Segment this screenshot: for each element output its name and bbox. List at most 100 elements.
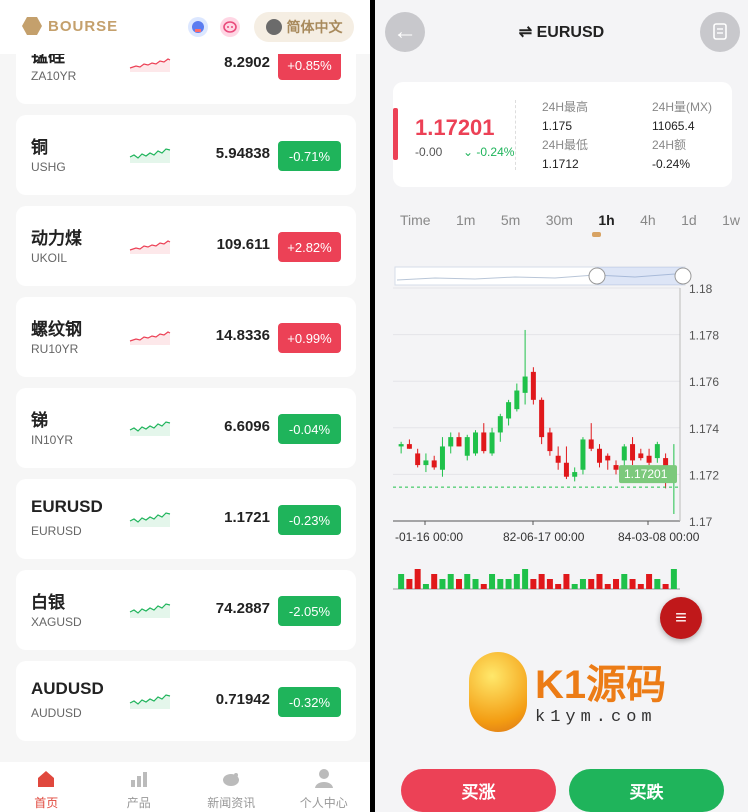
change-badge[interactable]: -0.23% xyxy=(278,505,341,535)
interval-tab-1w[interactable]: 1w xyxy=(722,212,740,228)
message-icon[interactable] xyxy=(220,17,240,37)
change-badge[interactable]: +0.99% xyxy=(278,323,341,353)
candle-body xyxy=(613,465,619,470)
y-tick-label: 1.176 xyxy=(689,375,719,389)
volume-bar xyxy=(472,579,479,589)
volume-bar xyxy=(654,579,661,589)
item-name: 螺纹钢 xyxy=(31,320,82,339)
quote-card: 1.17201 -0.00 ⌄ -0.24% 24H最高 1.175 24H量(… xyxy=(393,82,732,187)
candle-body xyxy=(555,455,561,463)
volume-bar xyxy=(662,584,669,589)
item-price: 109.611 xyxy=(216,236,270,253)
interval-tab-30m[interactable]: 30m xyxy=(546,212,573,228)
interval-tab-time[interactable]: Time xyxy=(400,212,431,228)
tab-home[interactable]: 首页 xyxy=(0,762,93,812)
market-item[interactable]: 白银 XAGUSD 74.2887 -2.05% xyxy=(16,570,356,650)
volume-bar xyxy=(646,574,653,589)
watermark-text: K1源码 xyxy=(535,663,667,707)
item-price: 14.8336 xyxy=(215,327,270,344)
bottom-tab-bar: 首页 产品 新闻资讯 个人中心 xyxy=(0,762,370,812)
menu-fab-button[interactable]: ≡ xyxy=(660,597,702,639)
globe-icon xyxy=(265,19,282,35)
item-symbol: XAGUSD xyxy=(31,615,82,629)
buy-up-button[interactable]: 买涨 xyxy=(401,769,556,812)
sparkline xyxy=(129,512,171,527)
x-tick-label: -01-16 00:00 xyxy=(395,530,463,544)
volume-bar xyxy=(398,574,405,589)
watermark-logo-icon xyxy=(469,652,527,732)
item-price: 5.94838 xyxy=(215,145,270,162)
volume-bar xyxy=(613,579,620,589)
change-badge[interactable]: -2.05% xyxy=(278,596,341,626)
volume-bar xyxy=(406,579,413,589)
candle-body xyxy=(572,472,578,477)
tab-user[interactable]: 个人中心 xyxy=(278,762,371,812)
item-price: 6.6096 xyxy=(224,418,270,435)
hexagon-logo-icon xyxy=(22,17,42,35)
candle-body xyxy=(605,455,611,461)
interval-tab-1d[interactable]: 1d xyxy=(681,212,697,228)
item-name: 动力煤 xyxy=(31,229,82,248)
volume-bar xyxy=(522,569,529,589)
stat-amount-value: -0.24% xyxy=(652,157,691,171)
market-item[interactable]: 动力煤 UKOIL 109.611 +2.82% xyxy=(16,206,356,286)
stat-low-label: 24H最低 xyxy=(542,138,589,152)
candle-body xyxy=(638,453,644,459)
volume-bar xyxy=(530,579,537,589)
volume-bar xyxy=(422,584,429,589)
active-interval-indicator xyxy=(592,232,601,237)
stat-volume-value: 11065.4 xyxy=(652,119,695,133)
x-tick-label: 82-06-17 00:00 xyxy=(503,530,585,544)
item-symbol: AUDUSD xyxy=(31,706,82,720)
customer-service-icon[interactable] xyxy=(188,17,208,37)
tab-piggy-bank[interactable]: 新闻资讯 xyxy=(185,762,278,812)
volume-bar xyxy=(604,584,611,589)
change-badge[interactable]: -0.71% xyxy=(278,141,341,171)
candlestick-chart[interactable]: 1.18 1.178 1.176 1.174 1.172 1.17 -01-16 00:00… xyxy=(375,250,748,595)
interval-tab-1h[interactable]: 1h xyxy=(598,212,614,228)
item-symbol: IN10YR xyxy=(31,433,74,447)
stat-volume-label: 24H量(MX) xyxy=(652,100,713,114)
trade-detail-screen: ← ⇌ EURUSD 1.17201 -0.00 ⌄ -0.24% 24H最高 … xyxy=(375,0,748,812)
interval-tab-4h[interactable]: 4h xyxy=(640,212,656,228)
item-name: 铜 xyxy=(31,138,48,157)
candle-body xyxy=(415,453,421,466)
volume-bar xyxy=(555,584,562,589)
market-item[interactable]: 螺纹钢 RU10YR 14.8336 +0.99% xyxy=(16,297,356,377)
navigator-handle-left xyxy=(588,267,606,285)
change-badge[interactable]: +0.85% xyxy=(278,50,341,80)
document-icon xyxy=(713,23,727,40)
volume-bar xyxy=(629,579,636,589)
change-badge[interactable]: -0.32% xyxy=(278,687,341,717)
market-item[interactable]: 铜 USHG 5.94838 -0.71% xyxy=(16,115,356,195)
candle-body xyxy=(530,371,536,400)
buy-down-button[interactable]: 买跌 xyxy=(569,769,724,812)
price-change-percent: ⌄ -0.24% xyxy=(463,145,515,159)
language-switch-button[interactable]: 简体中文 xyxy=(254,12,354,42)
stat-high-label: 24H最高 xyxy=(542,100,589,114)
interval-tab-5m[interactable]: 5m xyxy=(501,212,520,228)
candle-body xyxy=(563,462,569,477)
candle-body xyxy=(431,460,437,468)
candle-body xyxy=(456,437,462,447)
market-list-screen: 锰硅 ZA10YR 8.2902 +0.85% 铜 USHG 5.94838 -0… xyxy=(0,0,370,812)
item-name: AUDUSD xyxy=(31,679,104,698)
interval-tab-1m[interactable]: 1m xyxy=(456,212,475,228)
market-item[interactable]: 锑 IN10YR 6.6096 -0.04% xyxy=(16,388,356,468)
volume-bar xyxy=(513,574,520,589)
menu-icon: ≡ xyxy=(675,606,687,629)
interval-tabs: Time 1m 5m 30m 1h 4h 1d 1w xyxy=(400,212,740,228)
change-badge[interactable]: -0.04% xyxy=(278,414,341,444)
document-button[interactable] xyxy=(700,12,740,52)
change-badge[interactable]: +2.82% xyxy=(278,232,341,262)
tab-label: 首页 xyxy=(34,796,59,810)
candle-body xyxy=(514,390,520,410)
market-item[interactable]: AUDUSD AUDUSD 0.71942 -0.32% xyxy=(16,661,356,741)
market-item[interactable]: EURUSD EURUSD 1.1721 -0.23% xyxy=(16,479,356,559)
current-price: 1.17201 xyxy=(415,115,495,140)
item-symbol: RU10YR xyxy=(31,342,79,356)
candle-body xyxy=(398,444,404,447)
tab-chart-bars[interactable]: 产品 xyxy=(93,762,186,812)
volume-bar xyxy=(497,579,504,589)
candle-body xyxy=(489,432,495,454)
